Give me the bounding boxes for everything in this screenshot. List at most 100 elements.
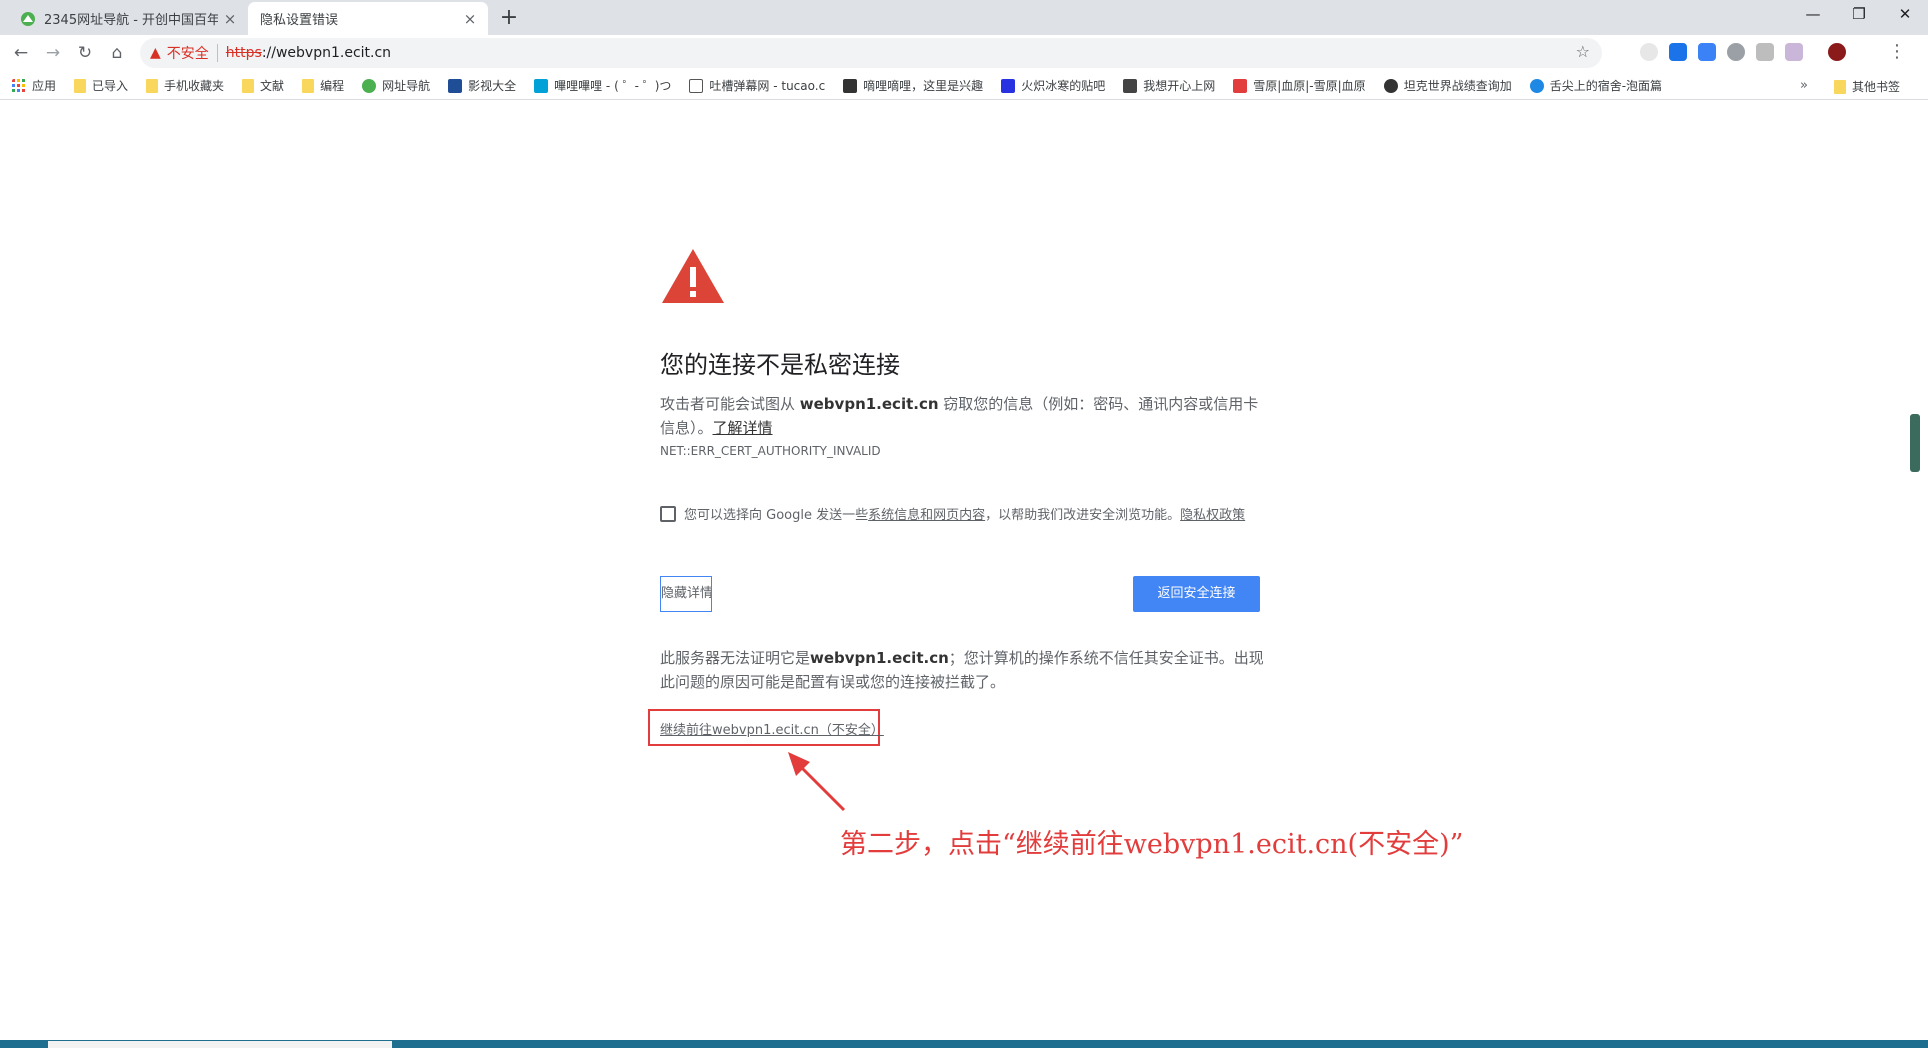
bookmark-tucao[interactable]: 吐槽弹幕网 - tucao.c <box>689 77 825 94</box>
folder-icon <box>1834 79 1846 94</box>
bookmark-tieba[interactable]: 火炽冰寒的贴吧 <box>1001 77 1105 94</box>
warning-triangle-icon <box>662 249 724 303</box>
explain-host: webvpn1.ecit.cn <box>799 395 939 413</box>
play-icon <box>1529 78 1544 93</box>
g-logo-icon <box>1233 78 1248 93</box>
2345-logo-icon <box>21 11 35 26</box>
url-host: ://webvpn1.ecit.cn <box>261 45 392 61</box>
extension-icon[interactable] <box>1727 43 1745 61</box>
bookmark-label: 文献 <box>260 79 285 93</box>
bookmark-label: 其他书签 <box>1852 80 1901 94</box>
extension-icon[interactable] <box>1785 43 1803 61</box>
apps-grid-icon <box>12 78 25 92</box>
back-to-safety-button[interactable]: 返回安全连接 <box>1133 576 1260 612</box>
details-message: 此服务器无法证明它是webvpn1.ecit.cn；您计算机的操作系统不信任其安… <box>660 646 1265 694</box>
system-info-link[interactable]: 系统信息和网页内容 <box>868 504 985 523</box>
new-tab-button[interactable]: + <box>495 5 523 33</box>
shield-icon <box>1123 78 1138 93</box>
tab-privacy-error[interactable]: 隐私设置错误 × <box>248 2 488 35</box>
2345-logo-icon <box>362 78 377 93</box>
extension-icon[interactable] <box>1640 43 1658 61</box>
bookmark-label: 已导入 <box>92 79 129 93</box>
tab-2345-nav[interactable]: 2345网址导航 - 开创中国百年品 × <box>8 2 248 35</box>
bookmark-tank-stats[interactable]: 坦克世界战绩查询加 <box>1383 77 1512 94</box>
tab-title: 隐私设置错误 <box>260 13 339 28</box>
extension-icon[interactable] <box>1669 43 1687 61</box>
bookmark-label: 我想开心上网 <box>1143 79 1216 93</box>
browser-toolbar: ← → ↻ ⌂ ▲ 不安全 https ://webvpn1.ecit.cn ☆… <box>0 35 1928 72</box>
close-tab-icon[interactable]: × <box>218 10 242 28</box>
bookmark-folder-mobile[interactable]: 手机收藏夹 <box>146 77 224 94</box>
bookmark-label: 坦克世界战绩查询加 <box>1403 79 1512 93</box>
window-controls: — ❐ ✕ <box>1790 0 1928 30</box>
bookmarks-bar: 应用 已导入 手机收藏夹 文献 编程 网址导航 影视大全 嗶哩嗶哩 - ( ゜-… <box>0 72 1928 100</box>
restore-button[interactable]: ❐ <box>1836 0 1882 30</box>
close-window-button[interactable]: ✕ <box>1882 0 1928 30</box>
bookmark-xueyuan[interactable]: 雪原|血原|-雪原|血原 <box>1233 77 1366 94</box>
translate-extension-icon[interactable] <box>1698 43 1716 61</box>
address-bar[interactable]: ▲ 不安全 https ://webvpn1.ecit.cn ☆ <box>140 38 1602 68</box>
omnibox-divider <box>216 44 218 62</box>
bookmark-folder-imported[interactable]: 已导入 <box>74 77 128 94</box>
page-title: 您的连接不是私密连接 <box>660 351 900 379</box>
bookmark-folder-programming[interactable]: 编程 <box>302 77 344 94</box>
taskbar-search[interactable] <box>48 1041 392 1048</box>
bookmark-bilibili[interactable]: 嗶哩嗶哩 - ( ゜- ゜)つ <box>534 77 671 94</box>
explain-prefix: 攻击者可能会试图从 <box>660 395 800 413</box>
tank-icon <box>1383 78 1398 93</box>
bookmark-dilidili[interactable]: 嘀哩嘀哩，这里是兴趣 <box>843 77 983 94</box>
tv-icon <box>689 78 704 93</box>
bookmark-label: 应用 <box>32 79 57 93</box>
folder-icon <box>74 78 87 93</box>
annotation-text: 第二步，点击“继续前往webvpn1.ecit.cn(不安全)” <box>840 829 1464 860</box>
learn-more-link[interactable]: 了解详情 <box>713 419 773 437</box>
url-scheme: https <box>225 45 262 61</box>
bookmark-dorm-noodles[interactable]: 舌尖上的宿舍-泡面篇 <box>1529 77 1663 94</box>
home-button[interactable]: ⌂ <box>102 38 132 68</box>
extensions-area <box>1640 43 1857 61</box>
back-button[interactable]: ← <box>6 38 36 68</box>
security-label[interactable]: 不安全 <box>167 43 209 63</box>
bookmark-apps[interactable]: 应用 <box>12 77 56 94</box>
forward-button[interactable]: → <box>38 38 68 68</box>
privacy-policy-link[interactable]: 隐私权政策 <box>1180 504 1245 523</box>
bookmarks-overflow-icon[interactable]: » <box>1800 78 1808 93</box>
bilibili-icon <box>534 78 549 93</box>
shield-extension-icon[interactable] <box>1756 43 1774 61</box>
tieba-icon <box>1001 78 1016 93</box>
bookmark-label: 舌尖上的宿舍-泡面篇 <box>1549 79 1663 93</box>
bookmark-label: 吐槽弹幕网 - tucao.c <box>709 79 826 93</box>
folder-icon <box>242 78 255 93</box>
scrollbar-handle[interactable] <box>1910 414 1920 472</box>
tab-strip: 2345网址导航 - 开创中国百年品 × 隐私设置错误 × + — ❐ ✕ <box>0 0 1928 35</box>
bookmark-happy-surf[interactable]: 我想开心上网 <box>1123 77 1215 94</box>
folder-icon <box>146 78 159 93</box>
bookmark-video[interactable]: 影视大全 <box>448 77 516 94</box>
extended-reporting-checkbox[interactable] <box>660 505 676 522</box>
hide-details-button[interactable]: 隐藏详情 <box>660 576 712 612</box>
extended-reporting: 您可以选择向 Google 发送一些 系统信息和网页内容 ，以帮助我们改进安全浏览功… <box>660 504 1245 523</box>
bookmark-label: 手机收藏夹 <box>164 79 225 93</box>
tab-title: 2345网址导航 - 开创中国百年品 <box>44 13 218 28</box>
bookmark-2345-nav[interactable]: 网址导航 <box>362 77 430 94</box>
bookmark-folder-literature[interactable]: 文献 <box>242 77 284 94</box>
proceed-link[interactable]: 继续前往webvpn1.ecit.cn（不安全） <box>660 719 884 738</box>
main-message: 攻击者可能会试图从 webvpn1.ecit.cn 窃取您的信息（例如：密码、通… <box>660 392 1265 440</box>
annotation-arrow-icon <box>788 752 846 812</box>
profile-avatar-icon[interactable] <box>1828 43 1846 61</box>
browser-window: { "tabs": [ {"title": "2345网址导航 - 开创中国百年… <box>0 0 1928 1048</box>
close-tab-icon[interactable]: × <box>458 10 482 28</box>
reload-button[interactable]: ↻ <box>70 38 100 68</box>
bookmark-label: 编程 <box>320 79 345 93</box>
bookmark-star-icon[interactable]: ☆ <box>1576 42 1590 61</box>
menu-icon[interactable]: ⋮ <box>1888 41 1906 62</box>
bookmark-label: 嘀哩嘀哩，这里是兴趣 <box>863 79 984 93</box>
folder-icon <box>302 78 315 93</box>
minimize-button[interactable]: — <box>1790 0 1836 30</box>
bookmark-label: 雪原|血原|-雪原|血原 <box>1253 79 1366 93</box>
other-bookmarks[interactable]: 其他书签 <box>1834 78 1900 95</box>
warning-icon[interactable]: ▲ <box>150 45 161 61</box>
bookmark-label: 嗶哩嗶哩 - ( ゜- ゜)つ <box>554 79 672 93</box>
details-host: webvpn1.ecit.cn <box>810 649 949 667</box>
extended-suffix: ，以帮助我们改进安全浏览功能。 <box>985 508 1181 523</box>
